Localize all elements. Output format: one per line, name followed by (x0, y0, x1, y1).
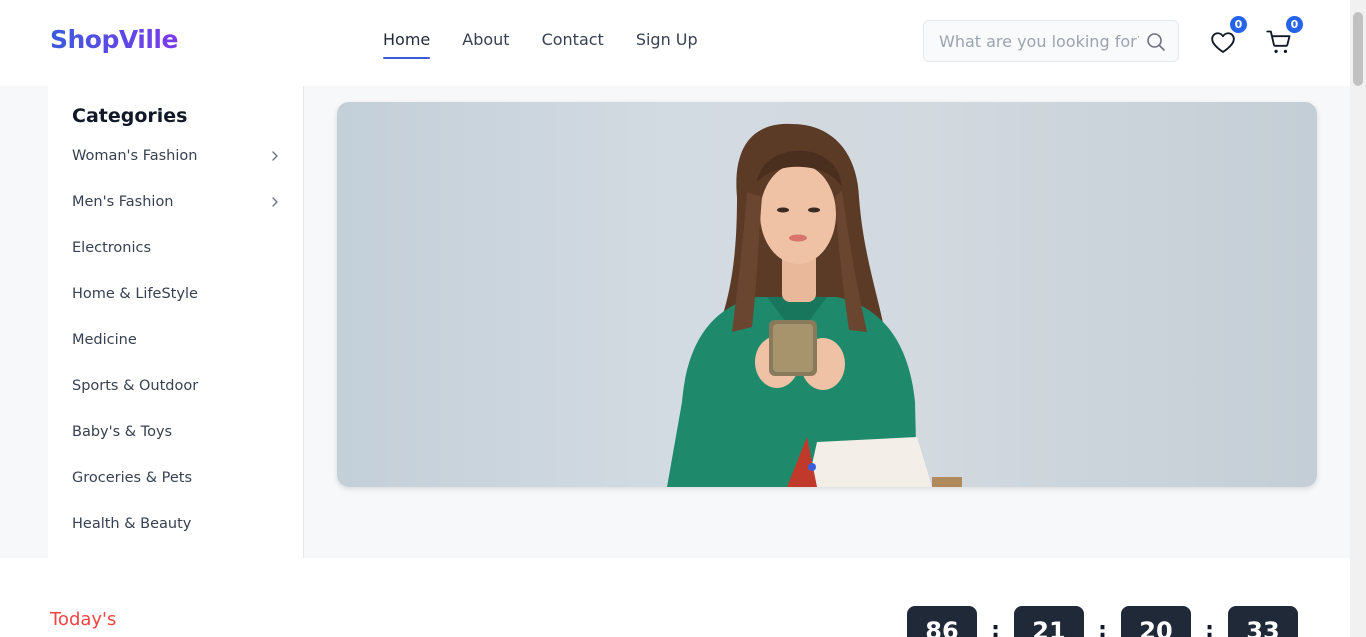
page-scrollbar[interactable] (1350, 0, 1366, 637)
category-electronics[interactable]: Electronics (72, 234, 282, 262)
category-womans-fashion[interactable]: Woman's Fashion (72, 142, 282, 170)
cart-icon (1266, 30, 1291, 53)
categories-heading: Categories (72, 105, 188, 127)
nav-link-contact[interactable]: Contact (542, 30, 604, 59)
category-babys-toys[interactable]: Baby's & Toys (72, 418, 282, 446)
category-home-lifestyle[interactable]: Home & LifeStyle (72, 280, 282, 308)
countdown-seconds: 33 (1228, 606, 1298, 637)
category-label: Woman's Fashion (72, 148, 198, 164)
search-box (923, 20, 1179, 62)
brand-logo[interactable]: ShopVille (50, 25, 178, 54)
countdown-hours: 21 (1014, 606, 1084, 637)
category-label: Health & Beauty (72, 516, 192, 532)
category-label: Men's Fashion (72, 194, 174, 210)
nav-link-signup[interactable]: Sign Up (636, 30, 698, 59)
category-health-beauty[interactable]: Health & Beauty (72, 510, 282, 538)
hero-banner[interactable] (337, 102, 1317, 487)
category-mens-fashion[interactable]: Men's Fashion (72, 188, 282, 216)
flash-sale-section: Today's 86 : 21 : 20 : 33 (0, 558, 1350, 637)
category-label: Groceries & Pets (72, 470, 193, 486)
category-label: Sports & Outdoor (72, 378, 199, 394)
wishlist-button[interactable]: 0 (1209, 16, 1247, 56)
nav-link-about[interactable]: About (462, 30, 509, 59)
category-sidebar: Categories Woman's Fashion Men's Fashion… (48, 86, 304, 558)
chevron-right-icon (272, 151, 278, 161)
category-label: Electronics (72, 240, 152, 256)
cart-button[interactable]: 0 (1265, 16, 1303, 56)
chevron-right-icon (272, 197, 278, 207)
category-groceries-pets[interactable]: Groceries & Pets (72, 464, 282, 492)
category-sports-outdoor[interactable]: Sports & Outdoor (72, 372, 282, 400)
top-header: ShopVille Home About Contact Sign Up 0 0 (0, 0, 1350, 86)
search-input[interactable] (939, 21, 1139, 61)
countdown-timer: 86 : 21 : 20 : 33 (907, 606, 1298, 637)
category-label: Home & LifeStyle (72, 286, 198, 302)
search-icon[interactable] (1146, 32, 1166, 52)
hero-image-woman-shopping (667, 123, 962, 487)
section-label-todays: Today's (50, 609, 117, 630)
countdown-separator: : (991, 618, 1000, 637)
nav-link-home[interactable]: Home (383, 30, 431, 59)
main-nav: Home About Contact Sign Up (383, 30, 698, 59)
scrollbar-thumb[interactable] (1353, 12, 1363, 86)
category-label: Medicine (72, 332, 137, 348)
category-label: Baby's & Toys (72, 424, 173, 440)
wishlist-count-badge: 0 (1230, 16, 1247, 33)
heart-icon (1211, 32, 1235, 53)
slider-dot-active[interactable] (807, 462, 817, 472)
countdown-separator: : (1098, 618, 1107, 637)
countdown-minutes: 20 (1121, 606, 1191, 637)
countdown-days: 86 (907, 606, 977, 637)
cart-count-badge: 0 (1286, 16, 1303, 33)
category-medicine[interactable]: Medicine (72, 326, 282, 354)
countdown-separator: : (1205, 618, 1214, 637)
